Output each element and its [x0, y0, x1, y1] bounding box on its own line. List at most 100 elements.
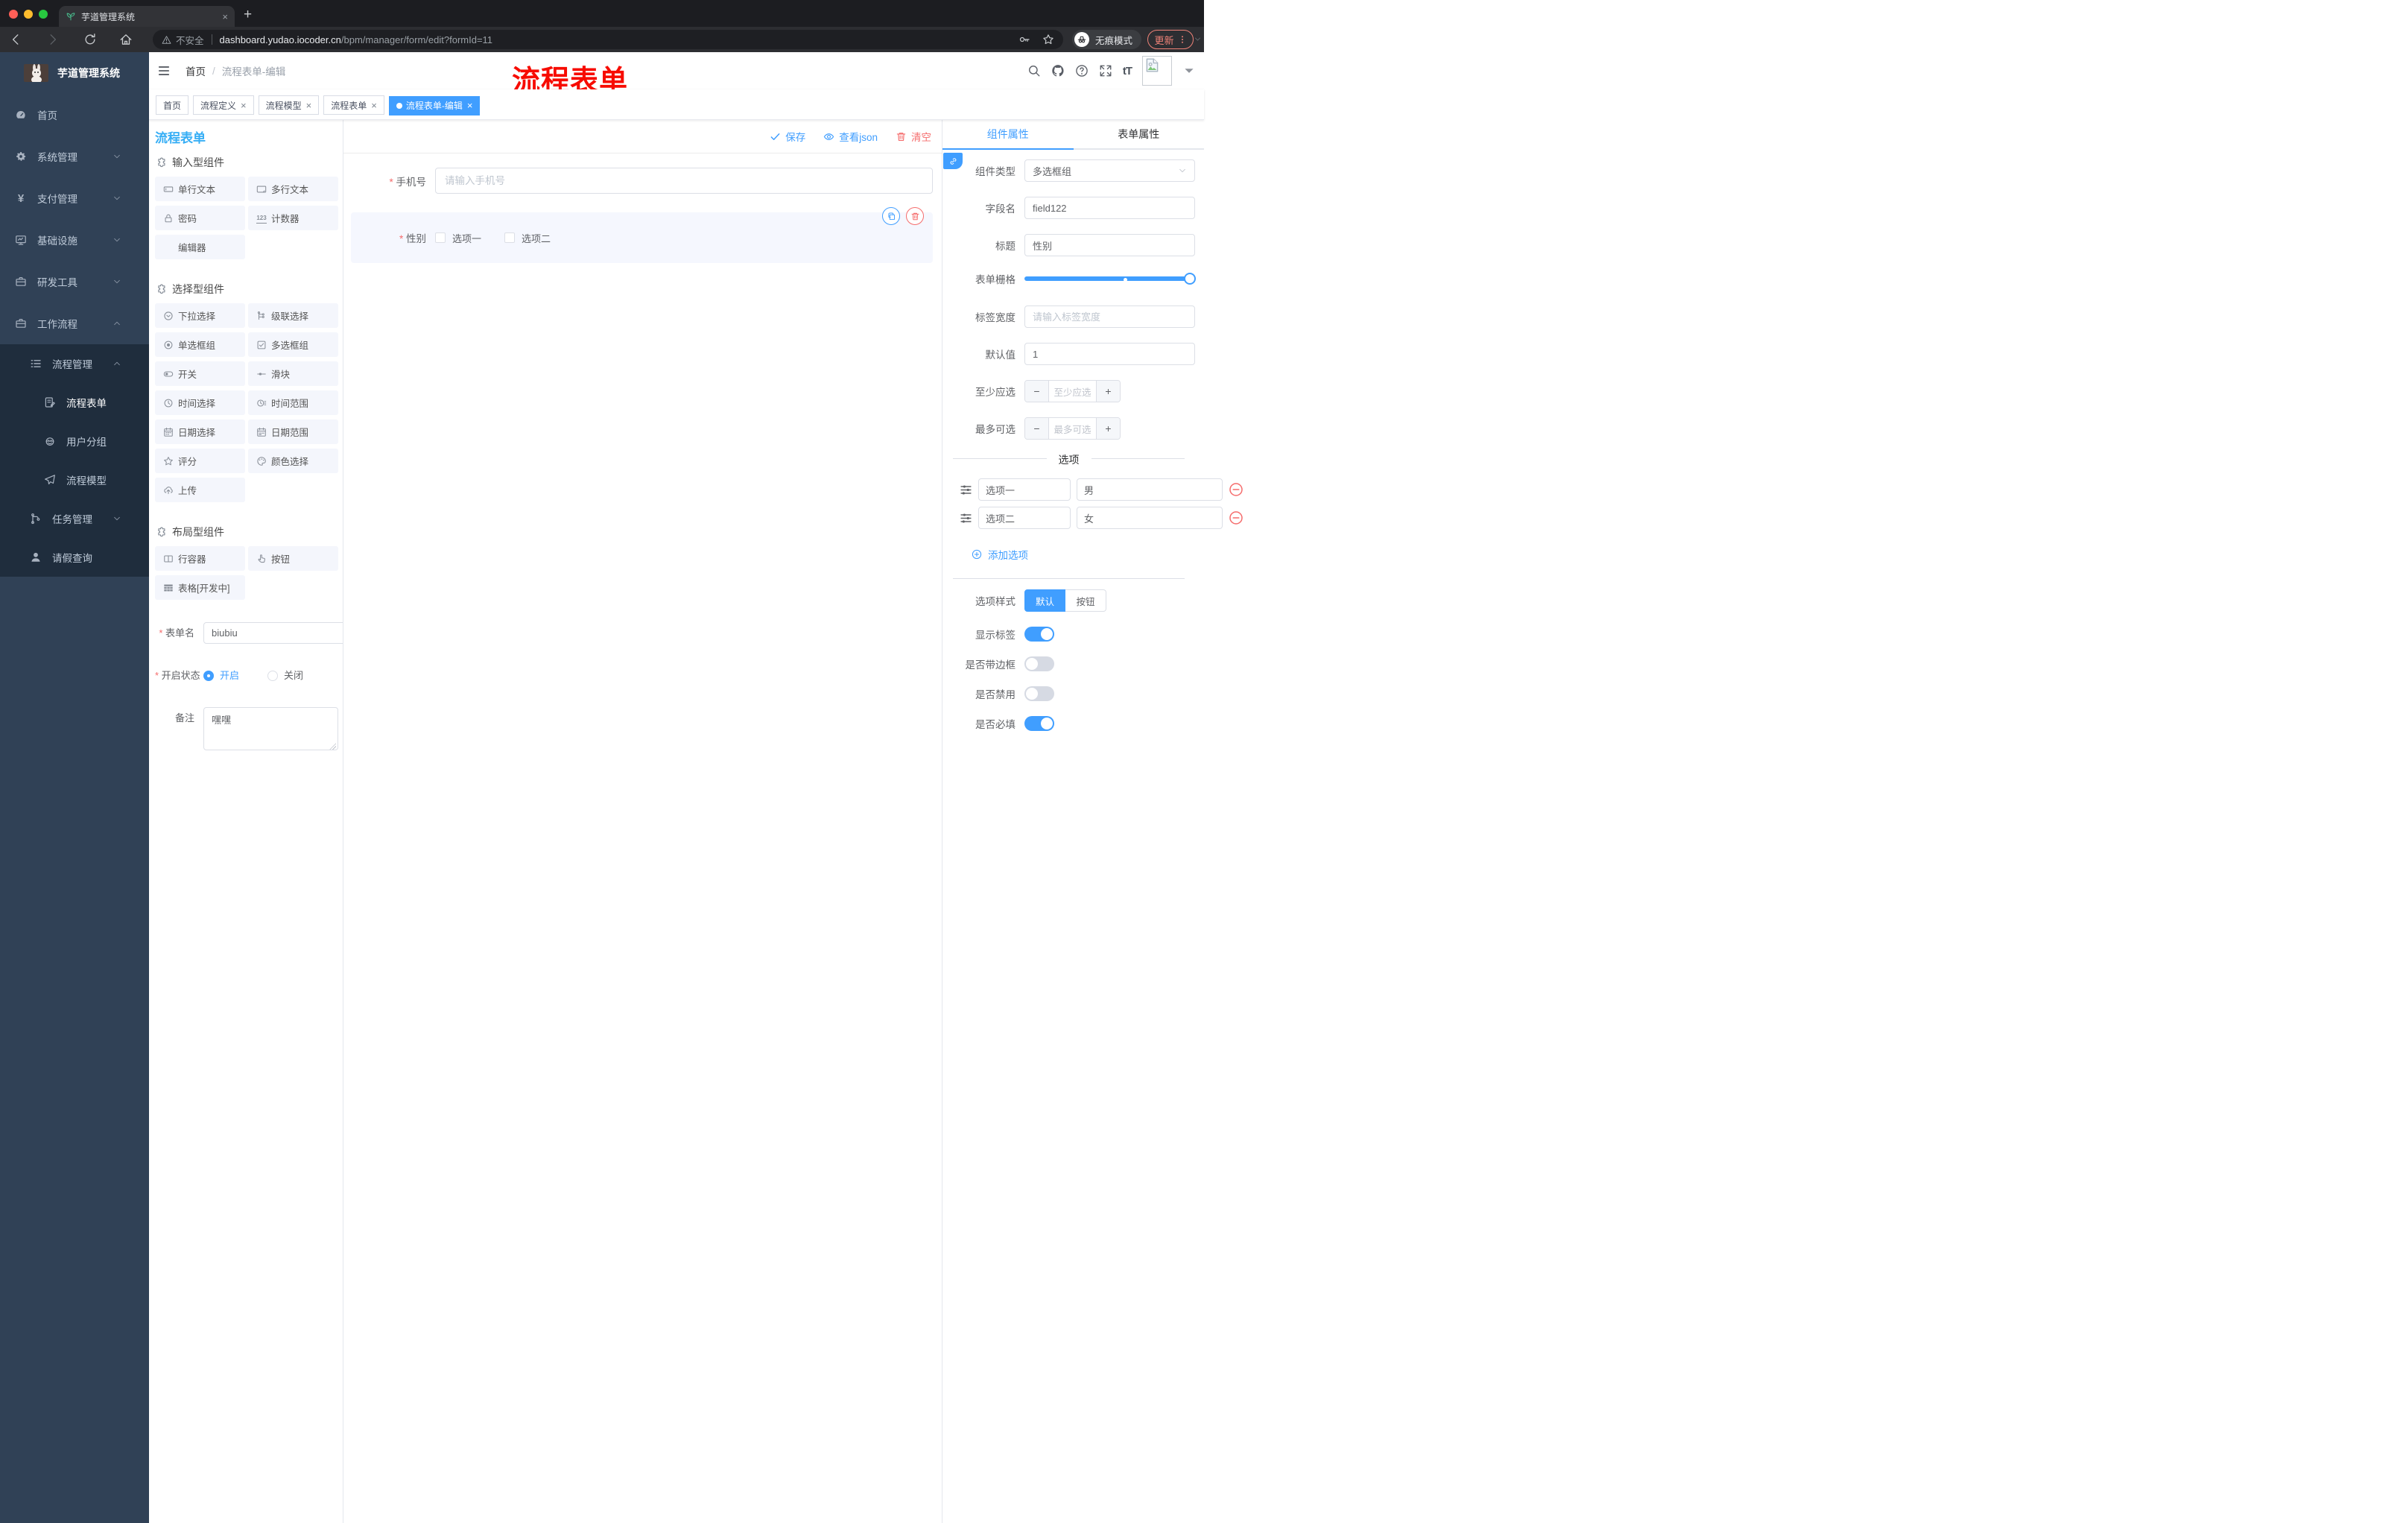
toggle-显示标签[interactable]	[1024, 627, 1054, 642]
component-item-滑块[interactable]: 滑块	[248, 361, 338, 386]
github-icon[interactable]	[1051, 64, 1065, 77]
sidebar-item-请假查询[interactable]: 请假查询	[0, 538, 149, 577]
component-item-单选框组[interactable]: 单选框组	[155, 332, 245, 357]
sidebar-item-工作流程[interactable]: 工作流程	[0, 303, 149, 344]
stepper-plus-icon[interactable]: +	[1096, 418, 1120, 439]
sidebar-item-流程管理[interactable]: 流程管理	[0, 344, 149, 383]
delete-field-button[interactable]	[906, 207, 924, 225]
sidebar-item-流程表单[interactable]: 流程表单	[0, 383, 149, 422]
checkbox-icon[interactable]	[435, 232, 446, 243]
sidebar-item-研发工具[interactable]: 研发工具	[0, 261, 149, 303]
status-radio-on[interactable]: 开启	[203, 665, 239, 686]
remove-option-icon[interactable]	[1229, 510, 1243, 525]
option-label-input[interactable]	[1077, 507, 1223, 529]
component-item-密码[interactable]: 密码	[155, 206, 245, 230]
stepper-placeholder[interactable]: 至少应选	[1049, 381, 1096, 402]
font-size-icon[interactable]: tT	[1123, 65, 1132, 77]
component-type-select[interactable]: 多选框组	[1024, 159, 1195, 182]
tab-component-props[interactable]: 组件属性	[942, 120, 1074, 150]
tab-close-icon[interactable]: ×	[306, 100, 312, 111]
title-input[interactable]	[1024, 234, 1195, 256]
option-value-input[interactable]	[978, 478, 1071, 501]
new-tab-button[interactable]: +	[244, 7, 252, 23]
tab-close-icon[interactable]: ×	[241, 100, 247, 111]
component-item-按钮[interactable]: 按钮	[248, 546, 338, 571]
style-option-默认[interactable]: 默认	[1024, 589, 1065, 612]
component-item-编辑器[interactable]: 编辑器	[155, 235, 245, 259]
window-minimize-button[interactable]	[24, 10, 33, 19]
component-item-多行文本[interactable]: 多行文本	[248, 177, 338, 201]
component-item-开关[interactable]: 开关	[155, 361, 245, 386]
checkbox-option-选项二[interactable]: 选项二	[504, 231, 551, 245]
drag-handle-icon[interactable]	[960, 512, 972, 525]
drag-handle-icon[interactable]	[960, 484, 972, 496]
option-label-input[interactable]	[1077, 478, 1223, 501]
checkbox-icon[interactable]	[504, 232, 516, 243]
canvas-field-gender-selected[interactable]: 性别 选项一 选项二	[351, 207, 933, 263]
window-close-button[interactable]	[9, 10, 18, 19]
save-button[interactable]: 保存	[770, 129, 805, 144]
breadcrumb-home[interactable]: 首页	[186, 63, 206, 78]
field-name-input[interactable]	[1024, 197, 1195, 219]
sidebar-item-系统管理[interactable]: 系统管理	[0, 136, 149, 177]
style-option-按钮[interactable]: 按钮	[1065, 589, 1106, 612]
option-value-input[interactable]	[978, 507, 1071, 529]
avatar[interactable]	[1142, 56, 1172, 86]
label-width-input[interactable]	[1024, 305, 1195, 328]
form-remark-textarea[interactable]: 嘿嘿	[203, 707, 338, 750]
view-json-button[interactable]: 查看json	[823, 129, 878, 144]
tab-close-icon[interactable]: ×	[371, 100, 377, 111]
password-key-icon[interactable]	[1018, 34, 1030, 45]
sidebar-item-流程模型[interactable]: 流程模型	[0, 460, 149, 499]
home-icon[interactable]	[119, 33, 133, 46]
sidebar-collapse-icon[interactable]	[157, 64, 171, 77]
browser-menu-icon[interactable]	[1178, 35, 1187, 44]
stepper-plus-icon[interactable]: +	[1096, 381, 1120, 402]
forward-icon[interactable]	[46, 33, 60, 46]
search-icon[interactable]	[1027, 64, 1041, 77]
component-item-单行文本[interactable]: 单行文本	[155, 177, 245, 201]
toggle-是否带边框[interactable]	[1024, 656, 1054, 671]
stepper-minus-icon[interactable]: −	[1025, 418, 1049, 439]
status-radio-off[interactable]: 关闭	[267, 665, 303, 686]
component-item-下拉选择[interactable]: 下拉选择	[155, 303, 245, 328]
window-edge-chevron-icon[interactable]	[1194, 35, 1202, 43]
tagsview-tab-首页[interactable]: 首页	[156, 95, 189, 115]
slider-handle[interactable]	[1184, 273, 1196, 285]
bookmark-star-icon[interactable]	[1042, 34, 1054, 45]
default-value-input[interactable]	[1024, 343, 1195, 365]
sidebar-item-支付管理[interactable]: ¥ 支付管理	[0, 177, 149, 219]
form-name-input[interactable]	[203, 622, 343, 644]
toggle-是否禁用[interactable]	[1024, 686, 1054, 701]
tagsview-tab-流程表单-编辑[interactable]: 流程表单-编辑 ×	[388, 95, 481, 115]
avatar-caret-icon[interactable]	[1182, 64, 1196, 77]
stepper-placeholder[interactable]: 最多可选	[1049, 418, 1096, 439]
tab-close-icon[interactable]: ×	[222, 11, 228, 22]
address-bar[interactable]: 不安全 dashboard.yudao.iocoder.cn/bpm/manag…	[153, 30, 1063, 49]
toggle-是否必填[interactable]	[1024, 716, 1054, 731]
clear-button[interactable]: 清空	[896, 129, 931, 144]
reload-icon[interactable]	[83, 33, 97, 46]
component-item-日期选择[interactable]: 日期选择	[155, 419, 245, 444]
min-select-stepper[interactable]: − 至少应选 +	[1024, 380, 1121, 402]
sidebar-item-基础设施[interactable]: 基础设施	[0, 219, 149, 261]
tab-form-props[interactable]: 表单属性	[1073, 120, 1204, 150]
help-icon[interactable]	[1075, 64, 1089, 77]
component-item-日期范围[interactable]: 日期范围	[248, 419, 338, 444]
component-item-级联选择[interactable]: 级联选择	[248, 303, 338, 328]
browser-tab[interactable]: 芋道管理系统 ×	[59, 6, 235, 27]
fullscreen-icon[interactable]	[1099, 64, 1112, 77]
phone-input[interactable]	[435, 168, 933, 194]
component-item-时间选择[interactable]: 时间选择	[155, 390, 245, 415]
max-select-stepper[interactable]: − 最多可选 +	[1024, 417, 1121, 440]
component-item-评分[interactable]: 评分	[155, 449, 245, 473]
sidebar-item-用户分组[interactable]: 用户分组	[0, 422, 149, 460]
tagsview-tab-流程定义[interactable]: 流程定义 ×	[193, 95, 254, 115]
link-tag[interactable]	[943, 153, 963, 169]
tagsview-tab-流程模型[interactable]: 流程模型 ×	[258, 95, 320, 115]
checkbox-option-选项一[interactable]: 选项一	[435, 231, 481, 245]
copy-field-button[interactable]	[882, 207, 900, 225]
component-item-颜色选择[interactable]: 颜色选择	[248, 449, 338, 473]
browser-update-button[interactable]: 更新	[1147, 30, 1194, 49]
stepper-minus-icon[interactable]: −	[1025, 381, 1049, 402]
